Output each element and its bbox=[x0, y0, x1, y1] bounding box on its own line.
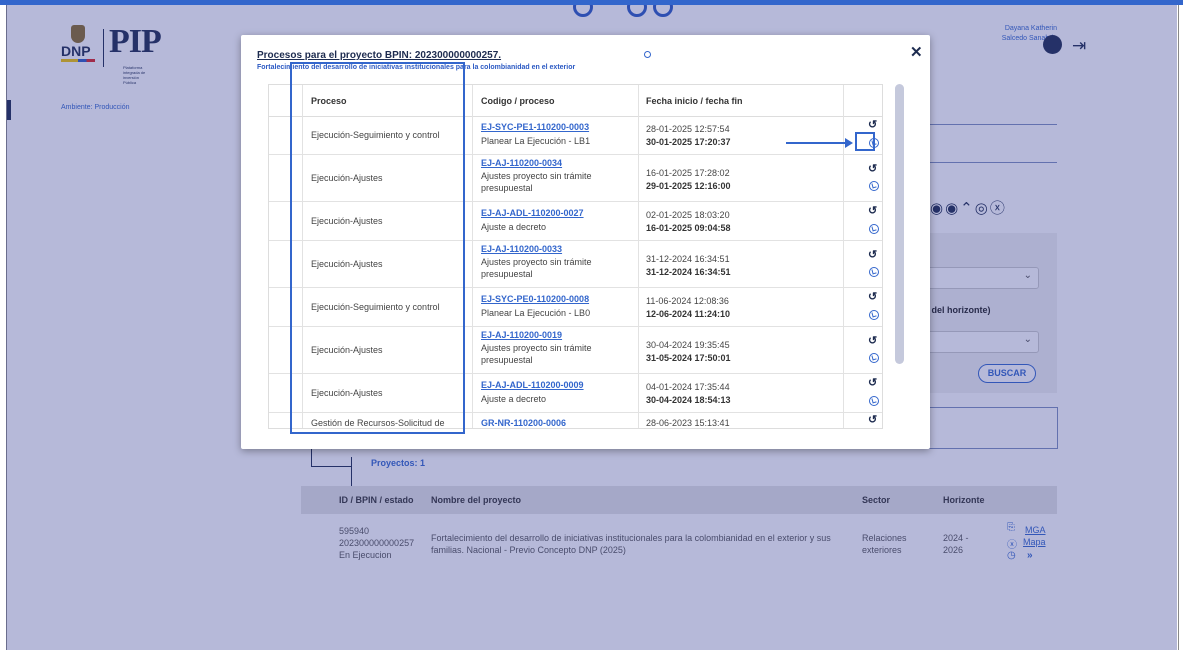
history-icon[interactable]: ↺ bbox=[868, 290, 877, 303]
row-descripcion: Ajustes proyecto sin trámite presupuesta… bbox=[481, 343, 592, 365]
history-icon[interactable]: ↺ bbox=[868, 376, 877, 389]
row-codigo-link[interactable]: EJ-AJ-ADL-110200-0009 bbox=[481, 380, 584, 390]
highlight-proceso-column bbox=[290, 62, 465, 434]
history-icon[interactable]: ↺ bbox=[868, 204, 877, 217]
row-fecha-inicio: 28-01-2025 12:57:54 bbox=[646, 124, 730, 134]
pdf-download-icon[interactable] bbox=[869, 396, 879, 406]
col-codigo: Codigo / proceso bbox=[481, 96, 555, 106]
pdf-download-icon[interactable] bbox=[869, 310, 879, 320]
row-fecha-inicio: 28-06-2023 15:13:41 bbox=[646, 418, 730, 428]
history-icon[interactable]: ↺ bbox=[868, 118, 877, 131]
row-descripcion: Ajustes proyecto sin trámite presupuesta… bbox=[481, 257, 592, 279]
row-fecha-fin: 29-01-2025 12:16:00 bbox=[646, 181, 731, 191]
history-icon[interactable]: ↺ bbox=[868, 413, 877, 426]
row-fecha-inicio: 31-12-2024 16:34:51 bbox=[646, 254, 730, 264]
row-fecha-inicio: 30-04-2024 19:35:45 bbox=[646, 340, 730, 350]
col-fechas: Fecha inicio / fecha fin bbox=[646, 96, 743, 106]
row-fecha-fin: 12-06-2024 11:24:10 bbox=[646, 309, 731, 319]
row-codigo-link[interactable]: EJ-AJ-110200-0019 bbox=[481, 330, 562, 340]
highlight-pdf-icon bbox=[855, 132, 875, 151]
row-descripcion: Planear La Ejecución - LB1 bbox=[481, 136, 591, 146]
row-fecha-inicio: 11-06-2024 12:08:36 bbox=[646, 296, 729, 306]
modal-title: Procesos para el proyecto BPIN: 20230000… bbox=[257, 50, 501, 61]
row-descripcion: Ajustes proyecto sin trámite presupuesta… bbox=[481, 171, 592, 193]
pdf-download-icon[interactable] bbox=[869, 224, 879, 234]
screen: DNP PIP Plataforma integrada de inversió… bbox=[0, 0, 1183, 656]
history-icon[interactable]: ↺ bbox=[868, 334, 877, 347]
row-descripcion: Ajuste a decreto bbox=[481, 394, 547, 404]
pdf-download-icon[interactable] bbox=[869, 267, 879, 277]
row-fecha-inicio: 04-01-2024 17:35:44 bbox=[646, 382, 730, 392]
modal-title-prefix: Procesos para el proyecto bbox=[257, 50, 385, 61]
pdf-download-icon[interactable] bbox=[869, 353, 879, 363]
row-descripcion: Ajuste a decreto bbox=[481, 222, 547, 232]
close-icon[interactable]: ✕ bbox=[910, 43, 923, 61]
row-codigo-link[interactable]: EJ-AJ-ADL-110200-0027 bbox=[481, 208, 584, 218]
pdf-download-icon[interactable] bbox=[869, 181, 879, 191]
modal-title-bpin: BPIN: 202300000000257. bbox=[384, 50, 502, 61]
row-fecha-fin: 30-04-2024 18:54:13 bbox=[646, 395, 731, 405]
row-codigo-link[interactable]: GR-NR-110200-0006 bbox=[481, 418, 566, 428]
row-codigo-link[interactable]: EJ-SYC-PE1-110200-0003 bbox=[481, 122, 589, 132]
row-fecha-inicio: 16-01-2025 17:28:02 bbox=[646, 168, 730, 178]
row-fecha-inicio: 02-01-2025 18:03:20 bbox=[646, 210, 730, 220]
scrollbar-thumb[interactable] bbox=[895, 84, 904, 364]
history-icon[interactable]: ↺ bbox=[868, 162, 877, 175]
annotation-arrow bbox=[786, 142, 848, 144]
row-fecha-fin: 31-12-2024 16:34:51 bbox=[646, 267, 731, 277]
row-codigo-link[interactable]: EJ-SYC-PE0-110200-0008 bbox=[481, 294, 589, 304]
row-codigo-link[interactable]: EJ-AJ-110200-0034 bbox=[481, 158, 562, 168]
settings-icon[interactable] bbox=[644, 51, 651, 58]
row-fecha-fin: 30-01-2025 17:20:37 bbox=[646, 137, 731, 147]
row-codigo-link[interactable]: EJ-AJ-110200-0033 bbox=[481, 244, 562, 254]
annotation-arrow-head bbox=[845, 138, 853, 148]
row-fecha-fin: 31-05-2024 17:50:01 bbox=[646, 353, 731, 363]
row-descripcion: Planear La Ejecución - LB0 bbox=[481, 308, 591, 318]
row-fecha-fin: 16-01-2025 09:04:58 bbox=[646, 223, 731, 233]
history-icon[interactable]: ↺ bbox=[868, 248, 877, 261]
